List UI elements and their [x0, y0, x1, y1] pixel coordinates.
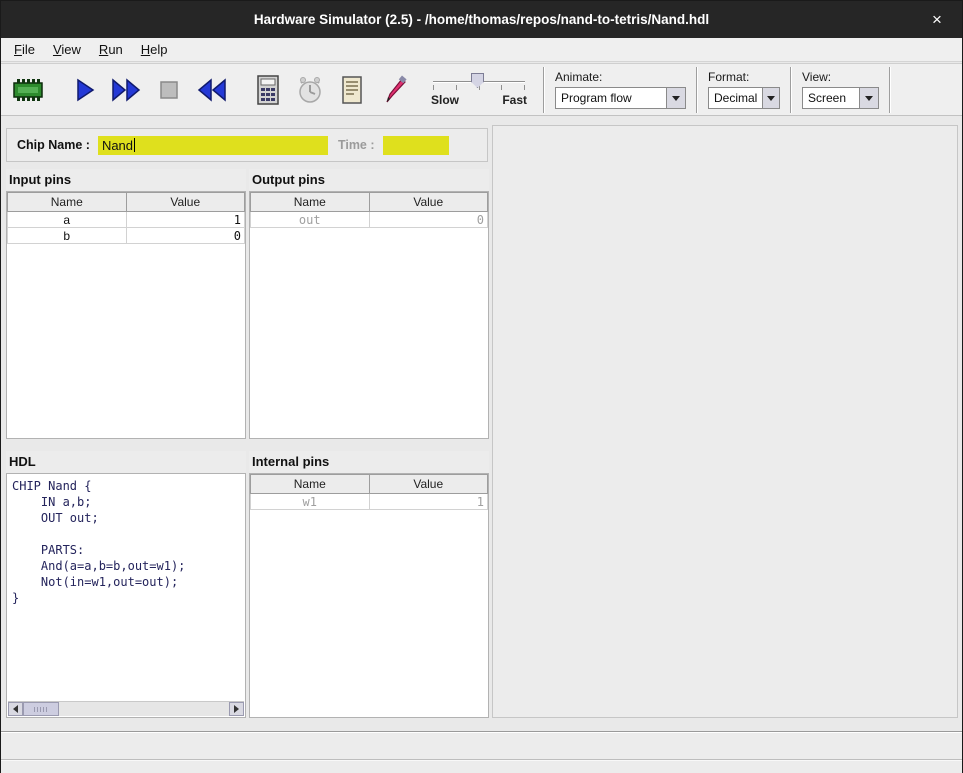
- status-bar: [1, 731, 962, 773]
- chevron-down-icon[interactable]: [666, 88, 685, 108]
- input-pins-panel: Input pins Name Value a 1 b 0: [6, 169, 246, 439]
- chip-icon: [12, 79, 44, 101]
- stop-button[interactable]: [149, 69, 189, 111]
- window-title: Hardware Simulator (2.5) - /home/thomas/…: [254, 12, 709, 27]
- pin-name: a: [8, 212, 127, 228]
- chip-name-input[interactable]: Nand: [98, 136, 328, 155]
- scrollbar-thumb[interactable]: [23, 702, 59, 716]
- calculator-button[interactable]: [248, 69, 288, 111]
- scroll-right-icon[interactable]: [229, 702, 244, 716]
- format-label: Format:: [708, 70, 780, 84]
- script-button[interactable]: [332, 69, 372, 111]
- internal-pins-title: Internal pins: [249, 451, 489, 473]
- clock-button[interactable]: [290, 69, 330, 111]
- pin-name: w1: [251, 494, 370, 510]
- hdl-viewport: CHIP Nand { IN a,b; OUT out; PARTS: And(…: [6, 473, 246, 718]
- single-step-button[interactable]: [65, 69, 105, 111]
- pin-name: out: [251, 212, 370, 228]
- column-header-name: Name: [251, 193, 370, 212]
- table-row: b 0: [8, 228, 245, 244]
- pin-value: 1: [369, 494, 488, 510]
- stop-icon: [159, 80, 179, 100]
- view-group: View: Screen: [802, 70, 879, 109]
- table-row: a 1: [8, 212, 245, 228]
- slider-label-slow: Slow: [431, 93, 459, 107]
- column-header-value: Value: [369, 475, 488, 494]
- chip-name-bar: Chip Name : Nand Time :: [6, 128, 488, 162]
- internal-pins-panel: Internal pins Name Value w1 1: [249, 451, 489, 718]
- pin-value[interactable]: 1: [126, 212, 245, 228]
- column-header-value: Value: [369, 193, 488, 212]
- chip-display-panel: [492, 125, 958, 718]
- menu-file[interactable]: File: [5, 39, 44, 60]
- time-field: [383, 136, 449, 155]
- toolbar-separator: [889, 67, 891, 113]
- calculator-icon: [256, 75, 280, 105]
- view-label: View:: [802, 70, 879, 84]
- input-pins-title: Input pins: [6, 169, 246, 191]
- run-button[interactable]: [107, 69, 147, 111]
- clock-icon: [296, 75, 324, 105]
- speed-slider-group: Slow Fast: [431, 72, 527, 107]
- input-pins-table: Name Value a 1 b 0: [7, 192, 245, 244]
- hdl-panel: HDL CHIP Nand { IN a,b; OUT out; PARTS: …: [6, 451, 246, 718]
- rewind-icon: [194, 77, 228, 103]
- status-divider: [1, 759, 962, 761]
- single-step-icon: [72, 77, 98, 103]
- chevron-down-icon[interactable]: [859, 88, 878, 108]
- toolbar-separator: [696, 67, 698, 113]
- view-select[interactable]: Screen: [802, 87, 879, 109]
- menu-run[interactable]: Run: [90, 39, 132, 60]
- table-row: out 0: [251, 212, 488, 228]
- internal-pins-table: Name Value w1 1: [250, 474, 488, 510]
- title-bar: Hardware Simulator (2.5) - /home/thomas/…: [1, 1, 962, 38]
- hdl-horizontal-scrollbar[interactable]: [8, 701, 244, 716]
- input-pins-viewport: Name Value a 1 b 0: [6, 191, 246, 439]
- toolbar: Slow Fast Animate: Program flow Format: …: [1, 63, 962, 116]
- chip-name-label: Chip Name :: [17, 138, 90, 152]
- scroll-left-icon[interactable]: [8, 702, 23, 716]
- animate-label: Animate:: [555, 70, 686, 84]
- format-select[interactable]: Decimal: [708, 87, 780, 109]
- pin-value: 0: [369, 212, 488, 228]
- pen-icon: [381, 75, 407, 105]
- internal-pins-viewport: Name Value w1 1: [249, 473, 489, 718]
- column-header-value: Value: [126, 193, 245, 212]
- table-row: w1 1: [251, 494, 488, 510]
- scrollbar-track[interactable]: [23, 702, 229, 716]
- toolbar-separator: [543, 67, 545, 113]
- animate-group: Animate: Program flow: [555, 70, 686, 109]
- speed-slider[interactable]: [431, 72, 527, 90]
- output-pins-viewport: Name Value out 0: [249, 191, 489, 439]
- menu-view[interactable]: View: [44, 39, 90, 60]
- time-label: Time :: [338, 138, 375, 152]
- column-header-name: Name: [8, 193, 127, 212]
- column-header-name: Name: [251, 475, 370, 494]
- text-caret: [134, 138, 135, 152]
- fast-forward-icon: [110, 77, 144, 103]
- chevron-down-icon[interactable]: [762, 88, 779, 108]
- close-button[interactable]: ×: [926, 9, 948, 31]
- breakpoints-button[interactable]: [374, 69, 414, 111]
- script-icon: [340, 75, 364, 105]
- reset-button[interactable]: [191, 69, 231, 111]
- menu-bar: File View Run Help: [1, 38, 962, 62]
- hdl-title: HDL: [6, 451, 246, 473]
- output-pins-panel: Output pins Name Value out 0: [249, 169, 489, 439]
- output-pins-title: Output pins: [249, 169, 489, 191]
- output-pins-table: Name Value out 0: [250, 192, 488, 228]
- pin-value[interactable]: 0: [126, 228, 245, 244]
- menu-help[interactable]: Help: [132, 39, 177, 60]
- animate-select[interactable]: Program flow: [555, 87, 686, 109]
- toolbar-separator: [790, 67, 792, 113]
- hardware-simulator-window: { "window": { "title": "Hardware Simulat…: [0, 0, 963, 773]
- format-group: Format: Decimal: [708, 70, 780, 109]
- slider-label-fast: Fast: [502, 93, 527, 107]
- pin-name: b: [8, 228, 127, 244]
- load-chip-button[interactable]: [8, 69, 48, 111]
- hdl-code: CHIP Nand { IN a,b; OUT out; PARTS: And(…: [8, 475, 244, 701]
